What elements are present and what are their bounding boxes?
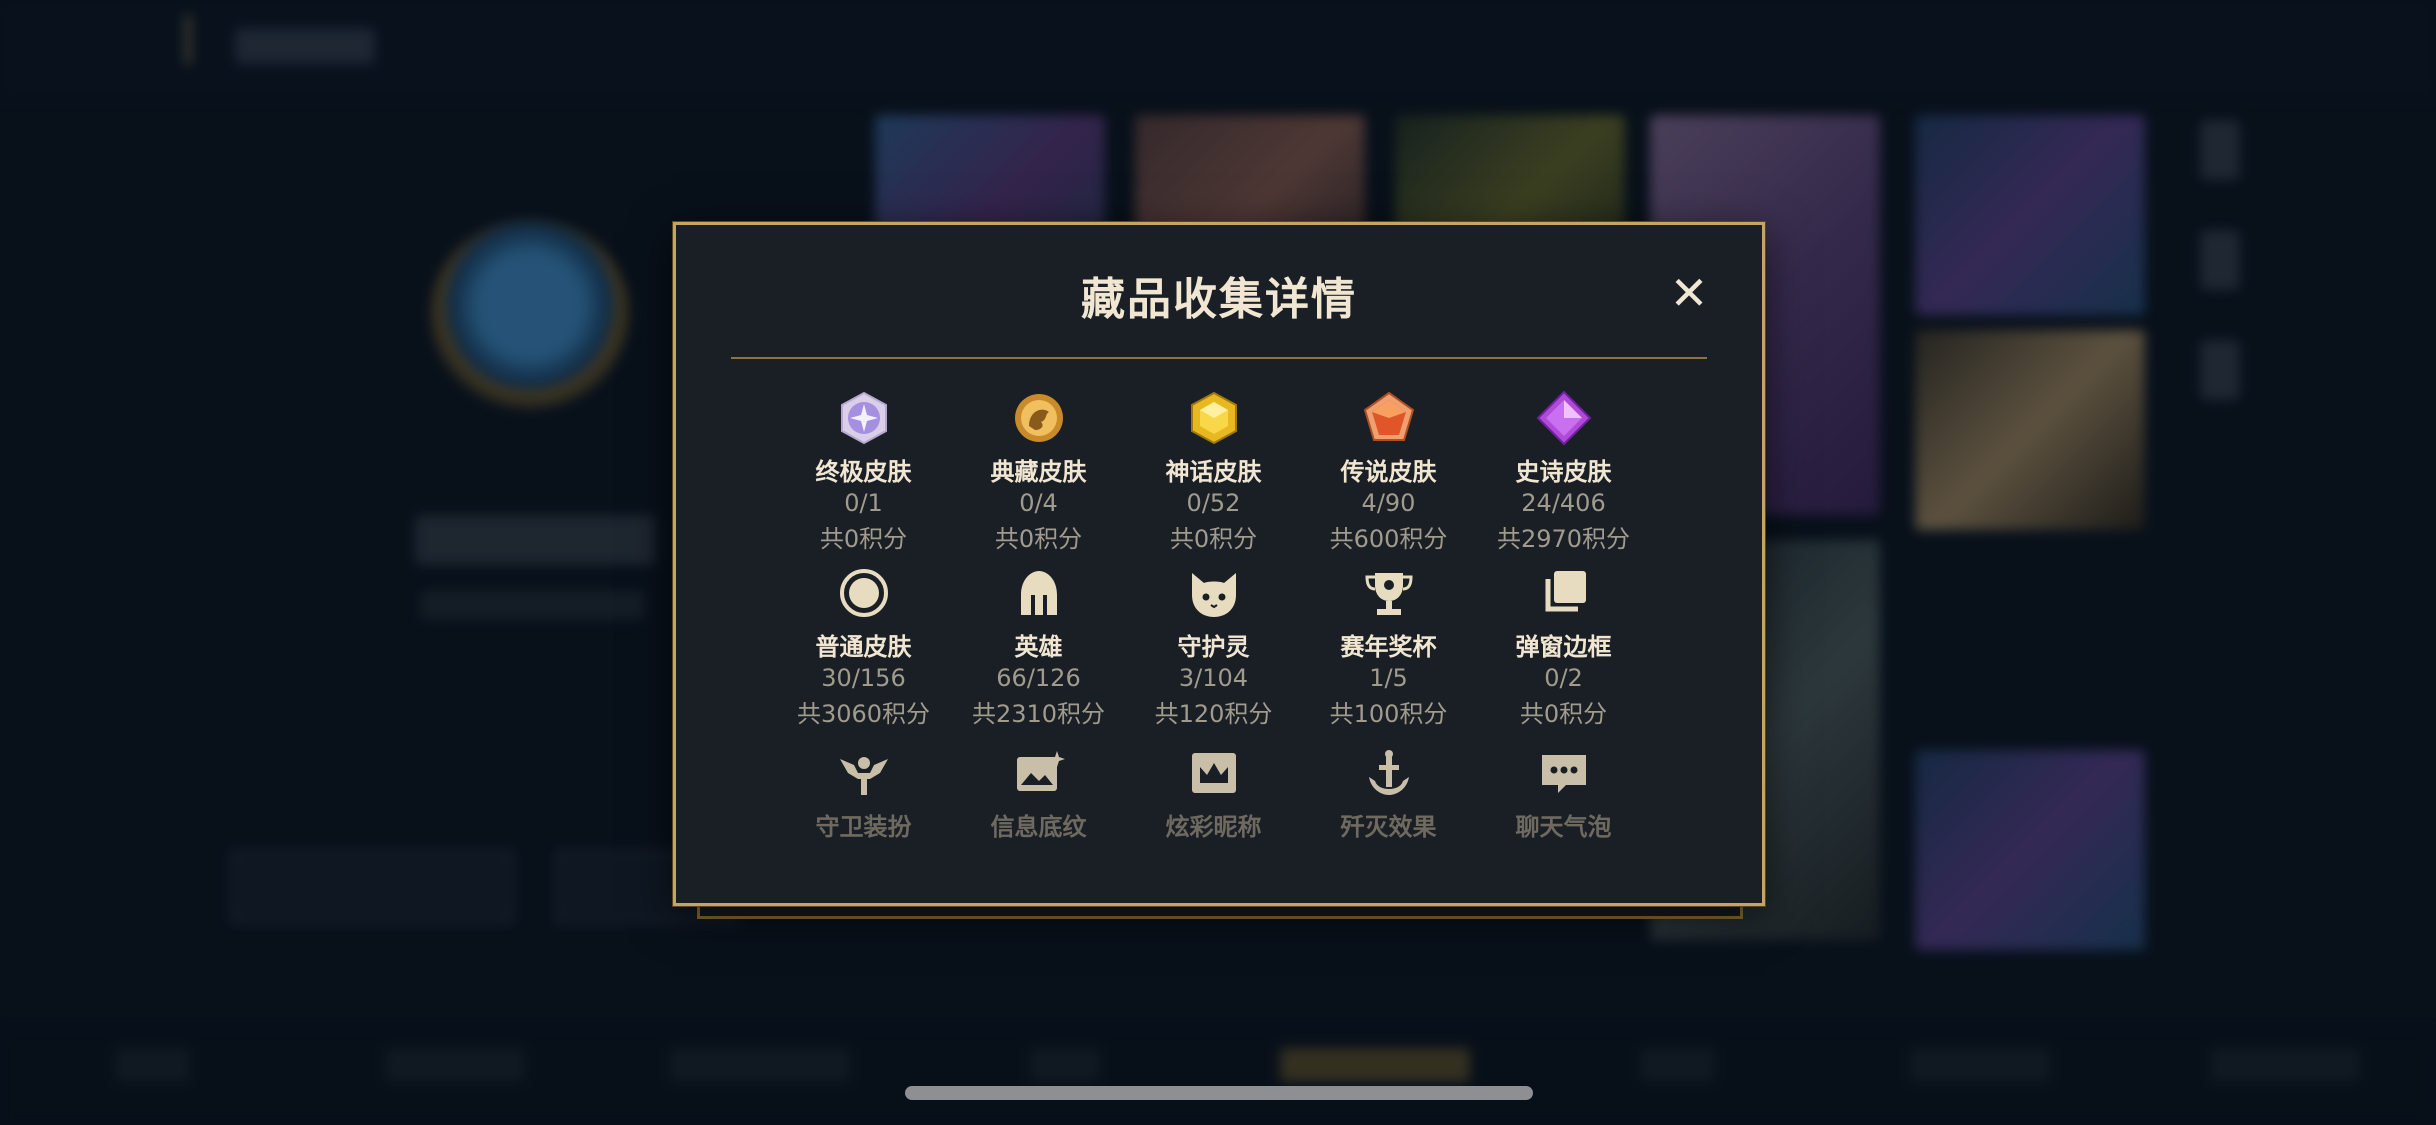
card-icon	[1016, 751, 1065, 791]
category-label: 史诗皮肤	[1515, 458, 1612, 486]
category-item[interactable]: 典藏皮肤 0/4 共0积分	[951, 390, 1126, 554]
category-label: 守卫装扮	[815, 813, 912, 841]
category-label: 弹窗边框	[1515, 633, 1612, 661]
category-item[interactable]: 史诗皮肤 24/406 共2970积分	[1476, 390, 1651, 554]
category-label: 神话皮肤	[1165, 458, 1262, 486]
normal-skin-icon	[839, 569, 888, 617]
helmet-icon	[1020, 571, 1057, 615]
category-item[interactable]: 赛年奖杯 1/5 共100积分	[1301, 565, 1476, 729]
category-label: 典藏皮肤	[990, 458, 1087, 486]
category-item[interactable]: 信息底纹	[951, 745, 1126, 842]
chat-bubble-icon	[1541, 755, 1586, 793]
category-count: 0/52	[1186, 489, 1241, 517]
category-label: 赛年奖杯	[1340, 633, 1437, 661]
category-score: 共120积分	[1154, 700, 1273, 728]
category-score: 共0积分	[994, 525, 1083, 553]
category-count: 0/4	[1019, 489, 1058, 517]
category-item[interactable]: 普通皮肤 30/156 共3060积分	[776, 565, 951, 729]
category-item[interactable]: 神话皮肤 0/52 共0积分	[1126, 390, 1301, 554]
home-indicator[interactable]	[905, 1086, 1533, 1100]
frame-icon	[1545, 571, 1586, 612]
category-count: 1/5	[1369, 664, 1408, 692]
category-label: 终极皮肤	[815, 458, 912, 486]
category-item[interactable]: 守卫装扮	[776, 745, 951, 842]
trophy-icon	[1364, 573, 1413, 615]
category-count: 3/104	[1178, 664, 1249, 692]
category-score: 共3060积分	[796, 700, 931, 728]
modal-title: 藏品收集详情	[1081, 274, 1357, 325]
category-score: 共600积分	[1329, 525, 1448, 553]
category-score: 共0积分	[1169, 525, 1258, 553]
mythic-skin-icon	[1190, 391, 1237, 445]
category-count: 66/126	[996, 664, 1081, 692]
category-count: 0/2	[1544, 664, 1583, 692]
category-label: 传说皮肤	[1340, 458, 1437, 486]
legendary-skin-icon	[1363, 391, 1414, 441]
category-label: 聊天气泡	[1515, 813, 1612, 841]
category-item[interactable]: 守护灵 3/104 共120积分	[1126, 565, 1301, 729]
category-count: 4/90	[1361, 489, 1416, 517]
category-count: 30/156	[821, 664, 906, 692]
ultimate-skin-icon	[840, 391, 887, 445]
epic-skin-icon	[1536, 390, 1591, 446]
category-item[interactable]: 聊天气泡	[1476, 745, 1651, 842]
ward-icon	[839, 757, 888, 795]
category-item[interactable]: 炫彩昵称	[1126, 745, 1301, 842]
category-label: 守护灵	[1177, 633, 1250, 661]
category-score: 共2970积分	[1496, 525, 1631, 553]
category-count: 0/1	[844, 489, 883, 517]
category-score: 共0积分	[1519, 700, 1608, 728]
category-label: 英雄	[1014, 633, 1063, 661]
category-label: 信息底纹	[990, 813, 1087, 841]
close-button[interactable]: ✕	[1666, 270, 1712, 316]
category-score: 共0积分	[819, 525, 908, 553]
category-item[interactable]: 英雄 66/126 共2310积分	[951, 565, 1126, 729]
prestige-skin-icon	[1014, 394, 1063, 442]
category-count: 24/406	[1521, 489, 1606, 517]
category-item[interactable]: 歼灭效果	[1301, 745, 1476, 842]
category-label: 普通皮肤	[815, 633, 912, 661]
category-item[interactable]: 弹窗边框 0/2 共0积分	[1476, 565, 1651, 729]
collection-details-modal: 藏品收集详情 ✕ 终极皮肤 0/1 共0积分 典藏皮肤 0/4 共0积分 神话皮…	[673, 222, 1765, 906]
category-label: 歼灭效果	[1340, 813, 1437, 841]
category-label: 炫彩昵称	[1165, 813, 1262, 841]
category-score: 共100积分	[1329, 700, 1448, 728]
anchor-icon	[1368, 750, 1409, 795]
category-item[interactable]: 传说皮肤 4/90 共600积分	[1301, 390, 1476, 554]
crown-icon	[1191, 753, 1236, 793]
category-score: 共2310积分	[971, 700, 1106, 728]
category-item[interactable]: 终极皮肤 0/1 共0积分	[776, 390, 951, 554]
title-divider	[731, 357, 1707, 359]
guardian-icon	[1191, 573, 1236, 617]
